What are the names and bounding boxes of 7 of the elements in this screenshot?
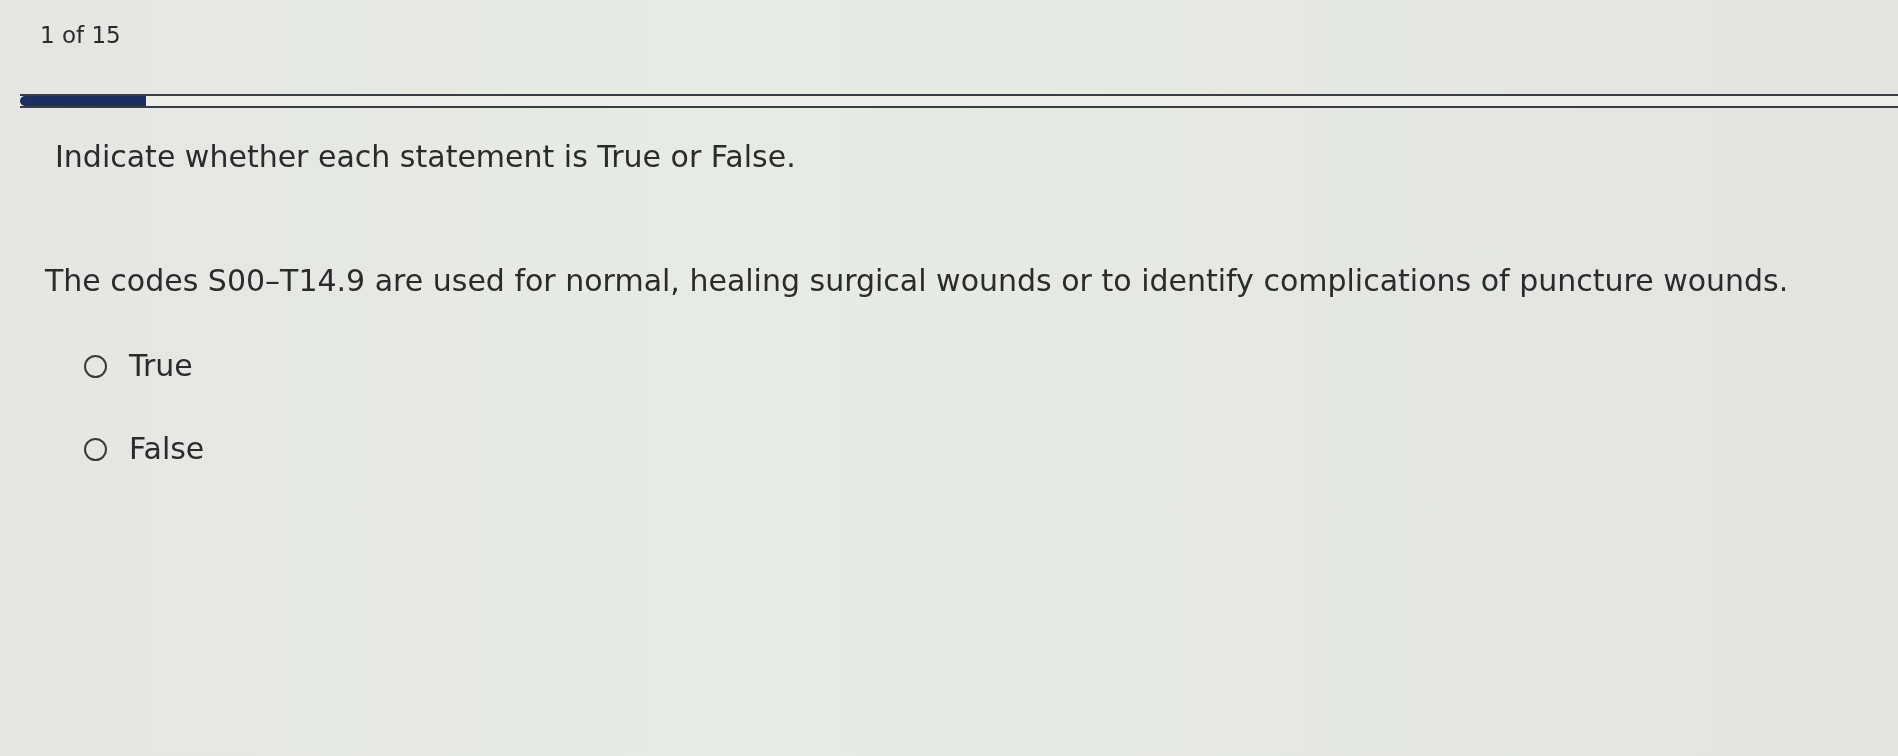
answer-option[interactable]: False	[84, 431, 205, 467]
instruction-text: Indicate whether each statement is True or False.	[55, 139, 797, 175]
question-counter: 1 of 15	[40, 21, 122, 50]
radio-button-icon[interactable]	[84, 354, 107, 378]
question-text: The codes S00–T14.9 are used for normal, healing surgical wounds or to identify complications of puncture wounds.	[45, 263, 1790, 299]
answer-option[interactable]: True	[84, 348, 193, 384]
radio-button-icon[interactable]	[84, 437, 107, 461]
